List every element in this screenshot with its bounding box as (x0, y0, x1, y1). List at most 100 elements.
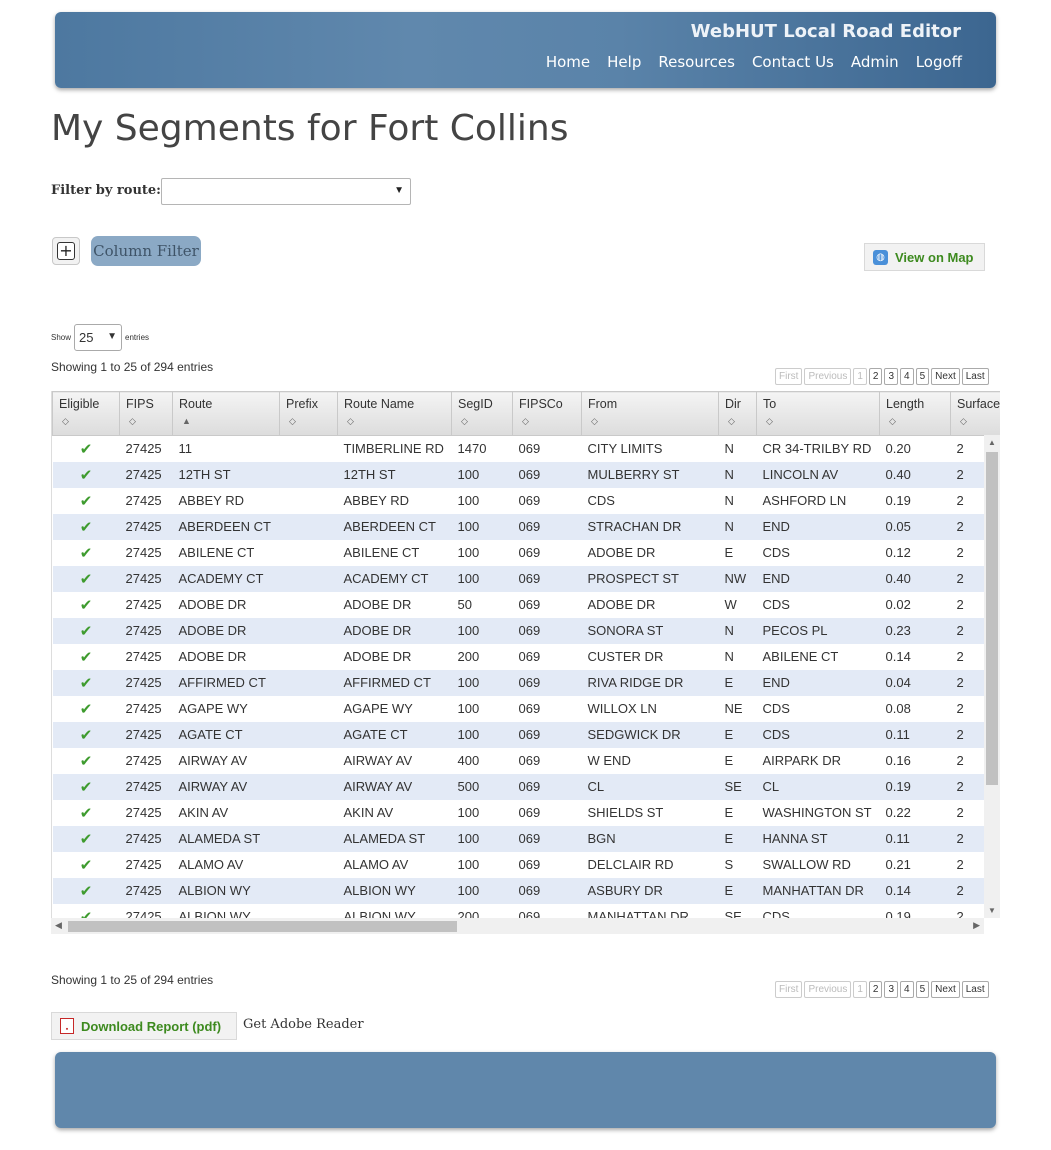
scroll-right-icon[interactable]: ▶ (973, 920, 980, 931)
table-row[interactable]: ✔ 27425 AGAPE WY AGAPE WY 100 069 WILLOX LN NE C… (52, 695, 1000, 722)
scroll-up-icon[interactable]: ▲ (988, 438, 996, 447)
pager-page-4[interactable]: 4 (900, 368, 914, 385)
table-cell: CDS (581, 487, 719, 514)
pager-next[interactable]: Next (931, 981, 960, 998)
table-cell: 27425 (119, 565, 173, 592)
table-cell (279, 591, 338, 618)
pager-page-2[interactable]: 2 (868, 981, 883, 998)
column-filter-button[interactable]: Column Filter (91, 236, 201, 266)
table-cell: AGATE CT (172, 721, 280, 748)
table-row[interactable]: ✔ 27425 ABILENE CT ABILENE CT 100 069 ADOBE DR… (52, 539, 1000, 566)
column-header-to[interactable]: To ◇ (756, 391, 880, 436)
eligible-check-icon: ✔ (52, 565, 120, 592)
table-row[interactable]: ✔ 27425 ABBEY RD ABBEY RD 100 069 CDS N ASHFORD … (52, 487, 1000, 514)
pager-previous[interactable]: Previous (804, 981, 852, 998)
table-row[interactable]: ✔ 27425 AGATE CT AGATE CT 100 069 SEDGWICK DR E… (52, 721, 1000, 748)
column-header-fipsco[interactable]: FIPSCo ◇ (512, 391, 582, 436)
nav-logoff[interactable]: Logoff (916, 53, 962, 71)
table-cell: 100 (451, 487, 513, 514)
scroll-left-icon[interactable]: ◀ (55, 920, 62, 931)
table-row[interactable]: ✔ 27425 AIRWAY AV AIRWAY AV 500 069 CL SE CL 0.19… (52, 773, 1000, 800)
eligible-check-icon: ✔ (52, 799, 120, 826)
column-header-fips[interactable]: FIPS ◇ (119, 391, 173, 436)
column-header-length[interactable]: Length ◇ (879, 391, 951, 436)
scroll-down-icon[interactable]: ▼ (988, 906, 996, 915)
table-row[interactable]: ✔ 27425 ALBION WY ALBION WY 100 069 ASBURY DR E… (52, 877, 1000, 904)
pager-last[interactable]: Last (961, 368, 989, 385)
download-report-button[interactable]: ▪ Download Report (pdf) (51, 1012, 237, 1040)
get-adobe-reader-link[interactable]: Get Adobe Reader (243, 1017, 364, 1032)
view-on-map-button[interactable]: ◍ View on Map (864, 243, 985, 271)
nav-admin[interactable]: Admin (851, 53, 899, 71)
nav-contact-us[interactable]: Contact Us (752, 53, 834, 71)
pager-page-5[interactable]: 5 (915, 981, 930, 998)
table-row[interactable]: ✔ 27425 AFFIRMED CT AFFIRMED CT 100 069 RIVA R… (52, 669, 1000, 696)
pager-page-1[interactable]: 1 (853, 981, 867, 998)
table-row[interactable]: ✔ 27425 ADOBE DR ADOBE DR 50 069 ADOBE DR W CDS 0… (52, 591, 1000, 618)
pager-page-2[interactable]: 2 (868, 368, 883, 385)
nav-resources[interactable]: Resources (658, 53, 735, 71)
table-cell (279, 851, 338, 878)
table-row[interactable]: ✔ 27425 12TH ST 12TH ST 100 069 MULBERRY ST N LI… (52, 461, 1000, 488)
table-cell: 069 (512, 565, 582, 592)
expand-column-filter-button[interactable]: + (52, 237, 80, 265)
table-cell: ALAMO AV (337, 851, 452, 878)
table-row[interactable]: ✔ 27425 ACADEMY CT ACADEMY CT 100 069 PROSPECT… (52, 565, 1000, 592)
table-cell: CL (581, 773, 719, 800)
entries-per-page-select[interactable]: 25 ▼ (74, 324, 123, 351)
nav-help[interactable]: Help (607, 53, 641, 71)
column-header-route-name[interactable]: Route Name ◇ (337, 391, 452, 436)
table-cell: 0.19 (879, 903, 951, 918)
pager-page-5[interactable]: 5 (915, 368, 930, 385)
nav-home[interactable]: Home (546, 53, 590, 71)
pager-page-3[interactable]: 3 (884, 368, 899, 385)
column-header-eligible[interactable]: Eligible ◇ (52, 391, 120, 436)
table-cell: 27425 (119, 799, 173, 826)
footer-banner (55, 1052, 996, 1128)
pager-first[interactable]: First (775, 368, 803, 385)
table-cell: 0.14 (879, 877, 951, 904)
table-row[interactable]: ✔ 27425 ALAMEDA ST ALAMEDA ST 100 069 BGN E HANN… (52, 825, 1000, 852)
table-cell: E (718, 669, 757, 696)
table-row[interactable]: ✔ 27425 AKIN AV AKIN AV 100 069 SHIELDS ST E WAS… (52, 799, 1000, 826)
table-row[interactable]: ✔ 27425 ADOBE DR ADOBE DR 100 069 SONORA ST N PE… (52, 617, 1000, 644)
table-cell: 100 (451, 461, 513, 488)
table-row[interactable]: ✔ 27425 AIRWAY AV AIRWAY AV 400 069 W END E AIRP… (52, 747, 1000, 774)
table-cell: 069 (512, 799, 582, 826)
pager-page-3[interactable]: 3 (884, 981, 899, 998)
column-header-dir[interactable]: Dir ◇ (718, 391, 757, 436)
sort-both-icon: ◇ (129, 416, 136, 426)
table-row[interactable]: ✔ 27425 ALBION WY ALBION WY 200 069 MANHATTAN … (52, 903, 1000, 918)
horizontal-scroll-thumb[interactable] (68, 921, 457, 932)
column-header-from[interactable]: From ◇ (581, 391, 719, 436)
table-cell: MANHATTAN DR (756, 877, 880, 904)
vertical-scroll-thumb[interactable] (986, 452, 998, 785)
pager-page-1[interactable]: 1 (853, 368, 867, 385)
table-cell (279, 539, 338, 566)
table-row[interactable]: ✔ 27425 ADOBE DR ADOBE DR 200 069 CUSTER DR N AB… (52, 643, 1000, 670)
table-row[interactable]: ✔ 27425 11 TIMBERLINE RD 1470 069 CITY LIMITS N… (52, 435, 1000, 462)
show-label: Show (51, 333, 72, 342)
vertical-scrollbar[interactable]: ▲ ▼ (984, 435, 1000, 918)
table-cell: ADOBE DR (337, 617, 452, 644)
table-cell: 100 (451, 617, 513, 644)
horizontal-scrollbar[interactable]: ◀ ▶ (51, 918, 984, 934)
pager-page-4[interactable]: 4 (900, 981, 914, 998)
table-cell: 0.14 (879, 643, 951, 670)
table-cell (279, 435, 338, 462)
pager-last[interactable]: Last (961, 981, 989, 998)
column-header-segid[interactable]: SegID ◇ (451, 391, 513, 436)
pager-first[interactable]: First (775, 981, 803, 998)
route-filter-select[interactable]: ▼ (161, 178, 411, 205)
table-row[interactable]: ✔ 27425 ALAMO AV ALAMO AV 100 069 DELCLAIR RD S… (52, 851, 1000, 878)
pager-next[interactable]: Next (931, 368, 960, 385)
pager-previous[interactable]: Previous (804, 368, 852, 385)
table-cell: 069 (512, 721, 582, 748)
plus-icon: + (57, 242, 75, 260)
column-header-surface[interactable]: Surface ◇ (950, 391, 1000, 436)
table-cell: END (756, 565, 880, 592)
table-row[interactable]: ✔ 27425 ABERDEEN CT ABERDEEN CT 100 069 STRACH… (52, 513, 1000, 540)
table-cell: NE (718, 695, 757, 722)
column-header-prefix[interactable]: Prefix ◇ (279, 391, 338, 436)
column-header-route[interactable]: Route ▲ (172, 391, 280, 436)
